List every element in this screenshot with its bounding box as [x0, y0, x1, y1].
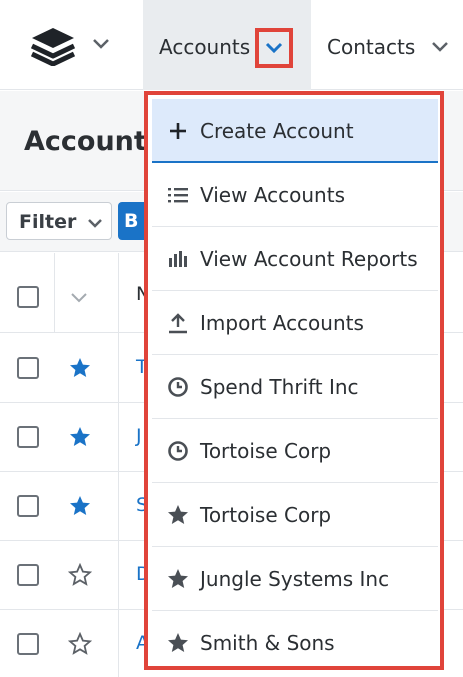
- filter-button-label: Filter: [19, 211, 77, 233]
- column-divider: [54, 253, 55, 333]
- page-title: Accounts: [24, 126, 163, 157]
- menu-item-label: Create Account: [200, 119, 354, 143]
- menu-item-favorite-jungle-systems-inc[interactable]: Jungle Systems Inc: [152, 547, 438, 611]
- select-all-checkbox[interactable]: [17, 286, 39, 308]
- filter-button[interactable]: Filter: [6, 202, 112, 240]
- star-filled-icon[interactable]: [68, 356, 92, 380]
- chevron-down-icon: [93, 39, 109, 49]
- row-checkbox[interactable]: [17, 564, 39, 586]
- star-icon: [168, 505, 188, 524]
- bar-chart-icon: [169, 251, 187, 267]
- row-checkbox[interactable]: [17, 357, 39, 379]
- accounts-dropdown-toggle[interactable]: [255, 28, 293, 68]
- menu-item-label: View Account Reports: [200, 247, 418, 271]
- row-checkbox[interactable]: [17, 633, 39, 655]
- menu-item-create-account[interactable]: Create Account: [152, 99, 438, 163]
- menu-item-label: Spend Thrift Inc: [200, 375, 359, 399]
- menu-item-recent-spend-thrift-inc[interactable]: Spend Thrift Inc: [152, 355, 438, 419]
- plus-icon: [170, 123, 186, 139]
- menu-item-view-accounts[interactable]: View Accounts: [152, 163, 438, 227]
- row-checkbox[interactable]: [17, 426, 39, 448]
- star-filled-icon[interactable]: [68, 425, 92, 449]
- nav-tab-contacts[interactable]: Contacts: [311, 0, 463, 90]
- layers-logo-icon: [30, 28, 76, 66]
- accounts-dropdown-menu: Create Account View Accounts View Accoun…: [144, 91, 444, 670]
- chevron-down-icon[interactable]: [431, 41, 449, 53]
- clock-icon: [168, 441, 188, 461]
- star-filled-icon[interactable]: [68, 494, 92, 518]
- menu-item-favorite-smith-and-sons[interactable]: Smith & Sons: [152, 611, 438, 675]
- chevron-down-icon[interactable]: [70, 292, 88, 304]
- menu-item-view-account-reports[interactable]: View Account Reports: [152, 227, 438, 291]
- nav-tab-contacts-label: Contacts: [327, 35, 416, 59]
- star-icon: [168, 569, 188, 588]
- menu-item-recent-tortoise-corp[interactable]: Tortoise Corp: [152, 419, 438, 483]
- star-outline-icon[interactable]: [68, 563, 92, 587]
- menu-item-favorite-tortoise-corp[interactable]: Tortoise Corp: [152, 483, 438, 547]
- menu-item-label: Smith & Sons: [200, 631, 335, 655]
- menu-item-label: Tortoise Corp: [200, 439, 332, 463]
- menu-item-label: Import Accounts: [200, 311, 364, 335]
- app-logo-menu[interactable]: [0, 0, 143, 90]
- row-checkbox[interactable]: [17, 495, 39, 517]
- clock-icon: [168, 377, 188, 397]
- menu-item-label: Tortoise Corp: [200, 503, 332, 527]
- chevron-down-icon: [265, 42, 283, 54]
- menu-item-label: Jungle Systems Inc: [200, 567, 390, 591]
- menu-item-import-accounts[interactable]: Import Accounts: [152, 291, 438, 355]
- chevron-down-icon: [88, 219, 102, 228]
- star-icon: [168, 633, 188, 652]
- primary-action-label: B: [124, 210, 139, 232]
- upload-icon: [169, 313, 187, 334]
- menu-item-label: View Accounts: [200, 183, 345, 207]
- star-outline-icon[interactable]: [68, 632, 92, 656]
- row-name-link[interactable]: J: [136, 425, 142, 447]
- list-icon: [168, 188, 188, 203]
- top-navigation: Accounts Contacts: [0, 0, 463, 90]
- nav-tab-accounts-label: Accounts: [159, 35, 251, 59]
